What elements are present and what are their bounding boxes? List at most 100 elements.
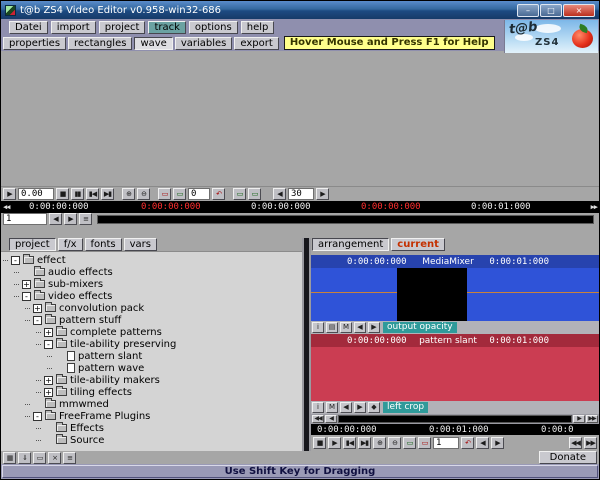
keyframe-button[interactable]: ◆ xyxy=(368,402,380,413)
tree-toggle[interactable]: + xyxy=(44,387,53,397)
to-end-button[interactable]: ▶▮ xyxy=(101,188,114,200)
zoom-in-button[interactable]: ⊕ xyxy=(373,437,386,449)
panel-splitter[interactable] xyxy=(302,238,311,451)
tab-properties[interactable]: properties xyxy=(3,36,67,50)
tree-item-mmwmed[interactable]: mmwmed xyxy=(1,398,302,410)
grid-button[interactable]: ▦ xyxy=(3,451,16,464)
tab-fx[interactable]: f/x xyxy=(57,238,83,251)
tree-item-source[interactable]: Source xyxy=(1,434,302,446)
tab-current[interactable]: current xyxy=(391,238,445,251)
envelope-label[interactable]: output opacity xyxy=(383,322,457,333)
tree-item-sub-mixers[interactable]: + sub-mixers xyxy=(1,278,302,290)
tree-toggle[interactable]: + xyxy=(22,279,31,289)
menu-item-datei[interactable]: Datei xyxy=(9,20,48,34)
timeline-track-field[interactable] xyxy=(433,437,459,449)
tree-item-effect[interactable]: - effect xyxy=(1,254,302,266)
tree-item-pattern-slant[interactable]: pattern slant xyxy=(1,350,302,362)
envelope-next-button[interactable]: ▶ xyxy=(368,322,380,333)
tab-vars[interactable]: vars xyxy=(123,238,158,251)
mute-button[interactable]: M xyxy=(340,322,352,333)
track-body-mediamixer[interactable] xyxy=(311,268,599,321)
play-button[interactable]: ▶ xyxy=(3,188,16,200)
menu-item-help[interactable]: help xyxy=(240,20,275,34)
offset-field[interactable] xyxy=(188,188,210,200)
info-button[interactable]: i xyxy=(312,402,324,413)
clip-in-button[interactable]: ▭ xyxy=(173,188,186,200)
tab-variables[interactable]: variables xyxy=(174,36,233,50)
tree-toggle[interactable]: - xyxy=(44,339,53,349)
tree-toggle[interactable]: + xyxy=(33,303,42,313)
to-end-button[interactable]: ▶▮ xyxy=(358,437,371,449)
scroll-left-button[interactable]: ◀ xyxy=(325,415,337,423)
envelope-prev-button[interactable]: ◀ xyxy=(354,322,366,333)
speed-field[interactable] xyxy=(18,188,54,200)
export-down-button[interactable]: ⇓ xyxy=(18,451,31,464)
tree-item-audio-effects[interactable]: audio effects xyxy=(1,266,302,278)
timeline-ruler-bottom[interactable]: 0:00:00:000 0:00:01:000 0:00:0 xyxy=(311,424,599,435)
tab-arrangement[interactable]: arrangement xyxy=(312,238,390,251)
fps-increase-button[interactable]: ▶ xyxy=(316,188,329,200)
title-bar[interactable]: t@b ZS4 Video Editor v0.958-win32-686 – … xyxy=(1,1,599,19)
zoom-range-bar[interactable] xyxy=(97,214,594,224)
zoom-out-button[interactable]: ⊖ xyxy=(137,188,150,200)
tree-toggle[interactable]: + xyxy=(44,327,53,337)
track-body-pattern-slant[interactable] xyxy=(311,347,599,401)
track-next-button[interactable]: ▶ xyxy=(64,213,77,225)
close-button[interactable]: × xyxy=(563,3,595,17)
minimize-button[interactable]: – xyxy=(517,3,539,17)
scroll-right-button[interactable]: ▶ xyxy=(573,415,585,423)
clip-out-button[interactable]: ▭ xyxy=(418,437,431,449)
tree-item-freeframe-plugins[interactable]: - FreeFrame Plugins xyxy=(1,410,302,422)
zoom-out-button[interactable]: ⊖ xyxy=(388,437,401,449)
tab-rectangles[interactable]: rectangles xyxy=(68,36,133,50)
menu-item-project[interactable]: project xyxy=(98,20,146,34)
stop-button[interactable]: ■ xyxy=(56,188,69,200)
tree-item-tiling-effects[interactable]: + tiling effects xyxy=(1,386,302,398)
pause-button[interactable]: ▮▮ xyxy=(71,188,84,200)
track-header-mediamixer[interactable]: 0:00:00:000 MediaMixer 0:00:01:000 xyxy=(311,255,599,268)
tab-project[interactable]: project xyxy=(9,238,56,251)
tab-export[interactable]: export xyxy=(234,36,279,50)
prev-button[interactable]: ◀ xyxy=(476,437,489,449)
tree-item-video-effects[interactable]: - video effects xyxy=(1,290,302,302)
tree-item-pattern-wave[interactable]: pattern wave xyxy=(1,362,302,374)
fps-decrease-button[interactable]: ◀ xyxy=(273,188,286,200)
tree-toggle[interactable]: - xyxy=(33,411,42,421)
tree-item-convolution-pack[interactable]: + convolution pack xyxy=(1,302,302,314)
fps-field[interactable] xyxy=(288,188,314,200)
envelope-next-button[interactable]: ▶ xyxy=(354,402,366,413)
tab-wave[interactable]: wave xyxy=(134,36,173,50)
menu-item-options[interactable]: options xyxy=(188,20,238,34)
track-prev-button[interactable]: ◀ xyxy=(49,213,62,225)
envelope-label[interactable]: left crop xyxy=(383,402,429,413)
timeline-ruler-top[interactable]: ◀◀ 0:00:00:000 0:00:00:000 0:00:00:000 0… xyxy=(1,201,599,213)
mute-button[interactable]: M xyxy=(326,402,338,413)
track-menu-button[interactable]: ≡ xyxy=(79,213,92,225)
tree-item-tile-ability-makers[interactable]: + tile-ability makers xyxy=(1,374,302,386)
undo-button[interactable]: ↶ xyxy=(461,437,474,449)
wave-editor-canvas[interactable] xyxy=(1,51,599,187)
play-button[interactable]: ▶ xyxy=(328,437,341,449)
menu-item-import[interactable]: import xyxy=(50,20,96,34)
donate-button[interactable]: Donate xyxy=(538,451,597,464)
tree-item-pattern-stuff[interactable]: - pattern stuff xyxy=(1,314,302,326)
scroll-far-right-button[interactable]: ▶▶ xyxy=(586,415,598,423)
tree-item-complete-patterns[interactable]: + complete patterns xyxy=(1,326,302,338)
envelope-prev-button[interactable]: ◀ xyxy=(340,402,352,413)
tree-toggle[interactable]: + xyxy=(44,375,53,385)
folder-button[interactable]: ▭ xyxy=(33,451,46,464)
scrollbar-track[interactable] xyxy=(338,415,572,423)
options-menu-button[interactable]: ≡ xyxy=(63,451,76,464)
info-button[interactable]: i xyxy=(312,322,324,333)
maximize-button[interactable]: □ xyxy=(540,3,562,17)
track-header-pattern-slant[interactable]: 0:00:00:000 pattern slant 0:00:01:000 xyxy=(311,334,599,347)
timeline-clip[interactable] xyxy=(397,268,467,321)
tree-toggle[interactable]: - xyxy=(11,255,20,265)
tree-item-effects[interactable]: Effects xyxy=(1,422,302,434)
scroll-right-icon[interactable]: ▶▶ xyxy=(591,203,599,211)
undo-button[interactable]: ↶ xyxy=(212,188,225,200)
append-clip-button[interactable]: ▭ xyxy=(248,188,261,200)
list-button[interactable]: ▤ xyxy=(326,322,338,333)
delete-button[interactable]: × xyxy=(48,451,61,464)
tree-toggle[interactable]: - xyxy=(33,315,42,325)
